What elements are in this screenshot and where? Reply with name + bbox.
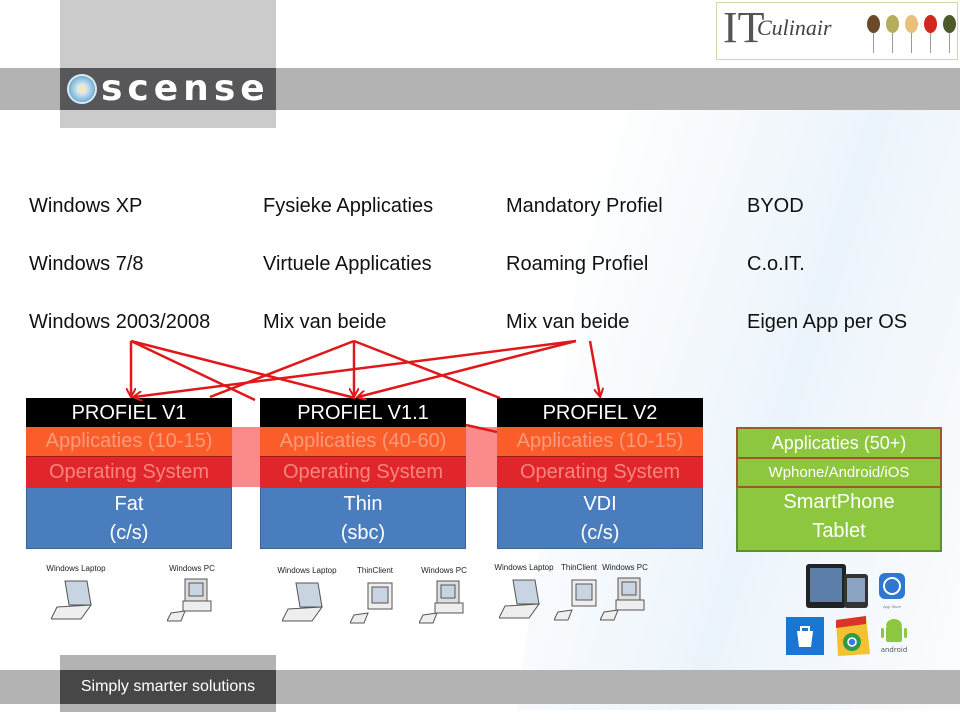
android-icon: android <box>881 619 908 654</box>
arrow-profile-to-v1-1 <box>358 339 577 397</box>
device-windows-pc: Windows PC <box>598 563 652 622</box>
desktop-pc-icon <box>167 578 212 622</box>
device-label: Windows PC <box>169 564 215 573</box>
device-label: ThinClient <box>356 566 393 575</box>
desktop-pc-icon <box>419 580 464 624</box>
laptop-icon <box>282 582 324 622</box>
footer-tagline: Simply smarter solutions <box>60 670 276 704</box>
thinclient-icon <box>554 579 597 621</box>
app-store-icon: App Store <box>879 573 905 609</box>
chrome-web-store-icon <box>836 616 870 656</box>
device-label: Windows Laptop <box>277 566 337 575</box>
arrow-profile-to-v2 <box>588 340 600 396</box>
device-label: Windows Laptop <box>46 564 106 573</box>
thinclient-icon <box>350 582 393 624</box>
app-store-caption: App Store <box>883 604 902 609</box>
line-v1-1-to-v2-apps <box>465 423 498 434</box>
device-windows-laptop: Windows Laptop <box>275 566 339 625</box>
laptop-icon <box>499 579 541 619</box>
ipad-iphone-icon <box>806 564 868 608</box>
line-os-to-v1-1-b <box>130 339 256 402</box>
device-windows-pc: Windows PC <box>412 566 476 625</box>
laptop-icon <box>51 580 93 620</box>
device-windows-laptop: Windows Laptop <box>44 564 108 623</box>
desktop-pc-icon <box>600 577 645 621</box>
device-label: Windows PC <box>602 563 648 572</box>
connector-arrows <box>0 339 960 434</box>
device-label: Windows Laptop <box>494 563 554 572</box>
device-thinclient: ThinClient <box>345 566 405 625</box>
device-label: ThinClient <box>560 563 597 572</box>
line-apps-to-v1 <box>209 339 355 399</box>
device-windows-pc: Windows PC <box>160 564 224 623</box>
line-apps-to-v2 <box>353 339 501 400</box>
android-caption: android <box>881 646 908 654</box>
device-windows-laptop: Windows Laptop <box>492 563 556 622</box>
line-os-to-v1-1 <box>130 339 356 400</box>
windows-store-icon <box>786 617 824 655</box>
device-label: Windows PC <box>421 566 467 575</box>
